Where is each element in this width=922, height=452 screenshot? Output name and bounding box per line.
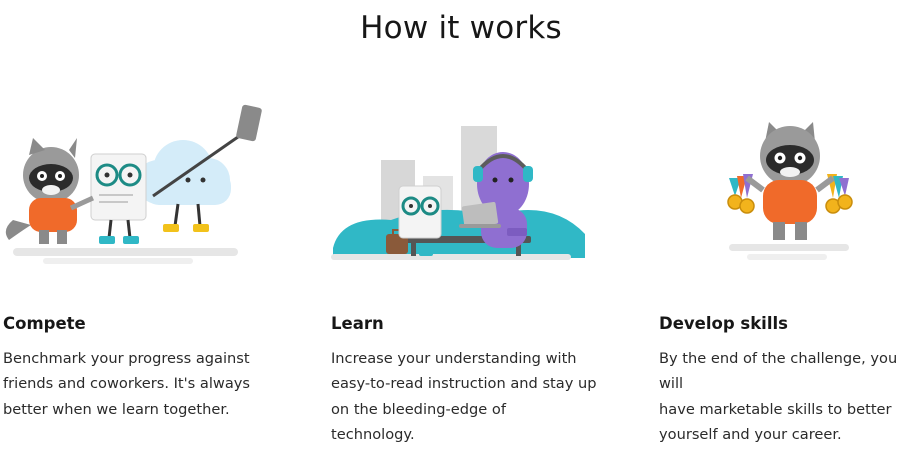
bench-laptop-illustration — [331, 124, 589, 266]
card-title: Compete — [3, 314, 86, 333]
card-title: Develop skills — [659, 314, 788, 333]
selfie-mascots-illustration — [3, 100, 265, 270]
card-description: Benchmark your progress against friends … — [3, 350, 251, 418]
card-description: By the end of the challenge, you will ha… — [659, 350, 898, 443]
card-description: Increase your understanding with easy-to… — [331, 350, 597, 443]
raccoon-medals-illustration — [723, 118, 859, 266]
card-title: Learn — [331, 314, 384, 333]
section-title: How it works — [360, 10, 562, 46]
